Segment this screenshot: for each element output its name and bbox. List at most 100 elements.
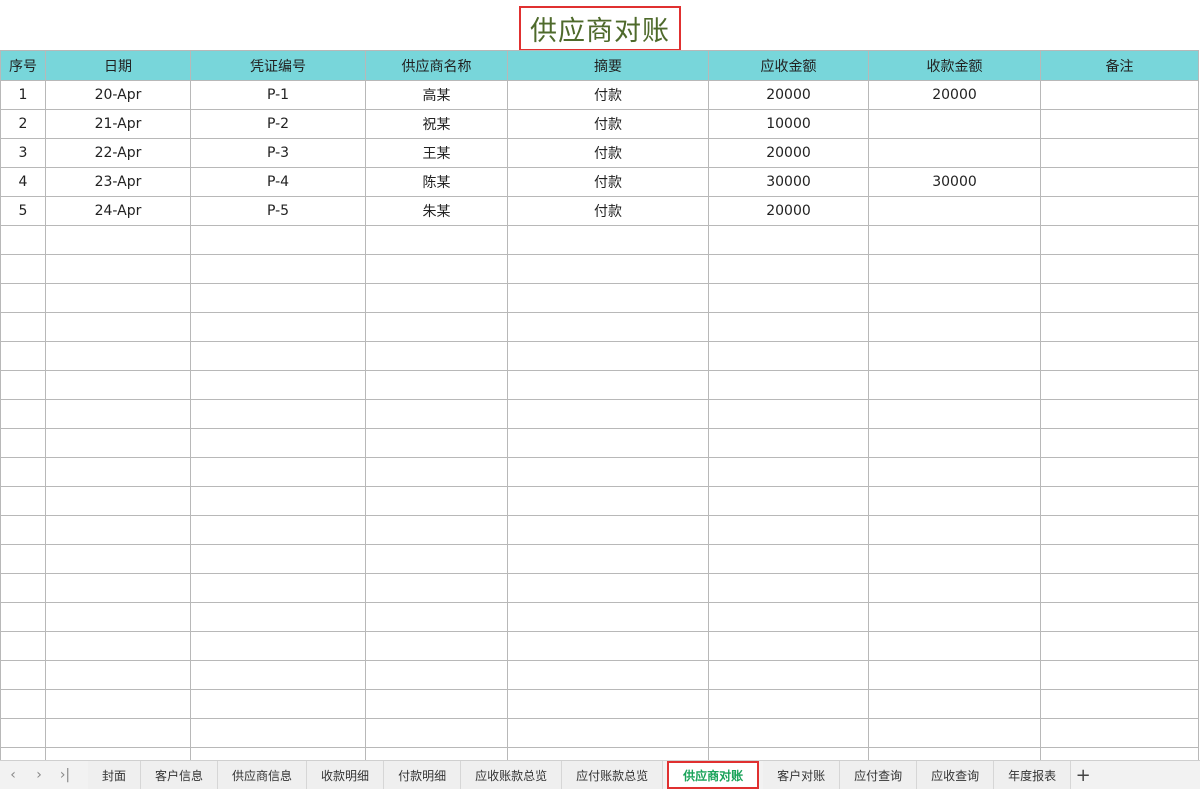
empty-cell[interactable] [365,283,508,313]
empty-cell[interactable] [190,631,366,661]
empty-cell[interactable] [708,370,869,400]
empty-cell[interactable] [868,544,1041,574]
cell-receivable[interactable]: 20000 [708,80,869,110]
empty-cell[interactable] [365,515,508,545]
empty-cell[interactable] [45,631,191,661]
sheet-tab[interactable]: 客户信息 [141,761,219,789]
empty-cell[interactable] [190,225,366,255]
empty-cell[interactable] [868,515,1041,545]
empty-cell[interactable] [190,718,366,748]
empty-cell[interactable] [868,341,1041,371]
empty-cell[interactable] [1040,370,1199,400]
empty-cell[interactable] [45,254,191,284]
empty-cell[interactable] [0,660,46,690]
empty-cell[interactable] [868,312,1041,342]
empty-cell[interactable] [365,428,508,458]
empty-cell[interactable] [708,399,869,429]
empty-cell[interactable] [0,718,46,748]
empty-cell[interactable] [507,312,709,342]
col-header-index[interactable]: 序号 [0,50,46,81]
empty-cell[interactable] [708,660,869,690]
empty-cell[interactable] [1040,602,1199,632]
cell-receivable[interactable]: 20000 [708,138,869,168]
empty-cell[interactable] [868,660,1041,690]
empty-cell[interactable] [365,399,508,429]
empty-cell[interactable] [190,660,366,690]
empty-cell[interactable] [45,689,191,719]
cell-index[interactable]: 3 [0,138,46,168]
cell-supplier[interactable]: 陈某 [365,167,508,197]
empty-cell[interactable] [1040,486,1199,516]
empty-cell[interactable] [708,718,869,748]
cell-date[interactable]: 24-Apr [45,196,191,226]
empty-cell[interactable] [365,573,508,603]
empty-cell[interactable] [1040,399,1199,429]
empty-cell[interactable] [708,254,869,284]
empty-cell[interactable] [0,283,46,313]
empty-cell[interactable] [365,312,508,342]
empty-cell[interactable] [0,225,46,255]
cell-received[interactable]: 30000 [868,167,1041,197]
col-header-summary[interactable]: 摘要 [507,50,709,81]
empty-cell[interactable] [190,486,366,516]
empty-cell[interactable] [190,428,366,458]
cell-voucher[interactable]: P-1 [190,80,366,110]
empty-cell[interactable] [45,718,191,748]
empty-cell[interactable] [0,312,46,342]
empty-cell[interactable] [868,225,1041,255]
cell-index[interactable]: 1 [0,80,46,110]
empty-cell[interactable] [0,544,46,574]
empty-cell[interactable] [0,602,46,632]
cell-received[interactable] [868,109,1041,139]
empty-cell[interactable] [190,689,366,719]
empty-cell[interactable] [708,457,869,487]
cell-remark[interactable] [1040,80,1199,110]
cell-remark[interactable] [1040,138,1199,168]
empty-cell[interactable] [708,631,869,661]
empty-cell[interactable] [190,573,366,603]
last-sheet-icon[interactable]: ›| [52,761,78,789]
sheet-tab[interactable]: 应收账款总览 [461,761,563,789]
empty-cell[interactable] [1040,689,1199,719]
empty-cell[interactable] [868,428,1041,458]
empty-cell[interactable] [365,660,508,690]
col-header-remark[interactable]: 备注 [1040,50,1199,81]
empty-cell[interactable] [0,573,46,603]
empty-cell[interactable] [365,718,508,748]
empty-cell[interactable] [45,312,191,342]
cell-remark[interactable] [1040,196,1199,226]
empty-cell[interactable] [1040,428,1199,458]
empty-cell[interactable] [0,689,46,719]
empty-cell[interactable] [507,544,709,574]
empty-cell[interactable] [365,370,508,400]
empty-cell[interactable] [507,631,709,661]
empty-cell[interactable] [190,283,366,313]
cell-voucher[interactable]: P-4 [190,167,366,197]
empty-cell[interactable] [708,544,869,574]
cell-index[interactable]: 4 [0,167,46,197]
empty-cell[interactable] [708,341,869,371]
empty-cell[interactable] [507,283,709,313]
empty-cell[interactable] [1040,573,1199,603]
empty-cell[interactable] [45,457,191,487]
empty-cell[interactable] [365,225,508,255]
empty-cell[interactable] [868,254,1041,284]
empty-cell[interactable] [507,602,709,632]
empty-cell[interactable] [0,428,46,458]
empty-cell[interactable] [190,341,366,371]
empty-cell[interactable] [0,370,46,400]
empty-cell[interactable] [45,225,191,255]
empty-cell[interactable] [365,457,508,487]
empty-cell[interactable] [365,544,508,574]
empty-cell[interactable] [868,370,1041,400]
empty-cell[interactable] [868,718,1041,748]
empty-cell[interactable] [708,312,869,342]
empty-cell[interactable] [0,515,46,545]
empty-cell[interactable] [708,428,869,458]
cell-voucher[interactable]: P-3 [190,138,366,168]
empty-cell[interactable] [1040,544,1199,574]
sheet-tab[interactable]: 应付查询 [840,761,918,789]
col-header-voucher[interactable]: 凭证编号 [190,50,366,81]
empty-cell[interactable] [507,718,709,748]
empty-cell[interactable] [0,486,46,516]
